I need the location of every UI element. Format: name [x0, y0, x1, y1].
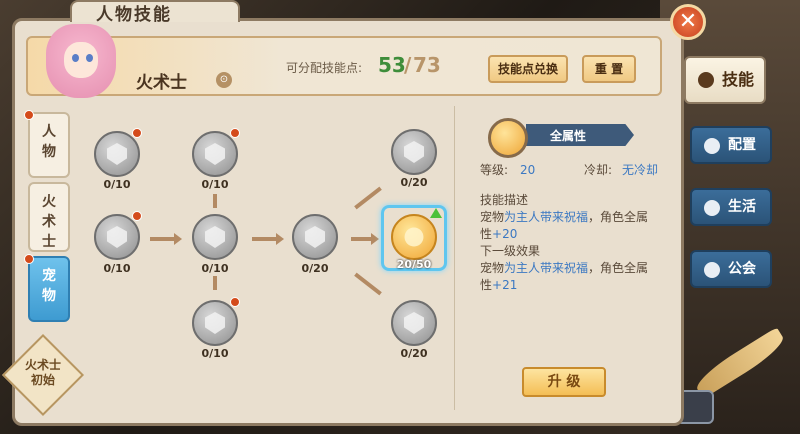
skill-level: 0/20 [400, 176, 428, 189]
guild-people-icon [704, 262, 720, 278]
tab-guild[interactable]: 公会 [690, 250, 772, 288]
next-level-text: 宠物为主人带来祝福，角色全属性+21 [480, 261, 649, 292]
notification-dot [132, 128, 142, 138]
skill-node[interactable] [192, 300, 238, 346]
character-portrait [36, 20, 132, 100]
blessing-icon [404, 227, 424, 247]
shield-icon [404, 141, 424, 163]
tab-character[interactable]: 人物 [28, 112, 70, 178]
cooldown-value: 无冷却 [622, 163, 659, 177]
skill-level: 0/10 [201, 347, 229, 360]
skill-node-selected[interactable] [391, 214, 437, 260]
skill-node[interactable] [192, 131, 238, 177]
class-badge-text: 火术士 初始 [24, 358, 61, 387]
reset-button[interactable]: 重 置 [582, 55, 636, 83]
tab-fire-mage[interactable]: 火术士 [28, 182, 70, 252]
level-label: 等级: [480, 163, 509, 177]
skill-points-total: 73 [413, 53, 441, 77]
tab-skills[interactable]: 技能 [684, 56, 766, 104]
tree-arrow-head [276, 233, 284, 245]
rank-one-icon [205, 143, 225, 165]
tab-pet[interactable]: 宠物 [28, 256, 70, 322]
sword-icon [305, 226, 325, 248]
skill-level: 0/20 [400, 347, 428, 360]
tree-arrow [351, 237, 373, 241]
close-button[interactable]: ✕ [670, 4, 706, 40]
skill-level: 0/20 [301, 262, 329, 275]
tab-config[interactable]: 配置 [690, 126, 772, 164]
tree-arrow-head [371, 233, 379, 245]
skill-points-current: 53 [378, 53, 406, 77]
skill-name: 全属性 [550, 129, 587, 143]
skill-level: 0/10 [201, 178, 229, 191]
heart-icon [205, 226, 225, 248]
skill-level: 0/10 [103, 262, 131, 275]
skill-swirl-icon [698, 72, 714, 88]
cooldown-label: 冷却: [584, 163, 613, 177]
notification-dot [24, 110, 34, 120]
skill-node[interactable] [94, 131, 140, 177]
lightning-shield-icon [404, 312, 424, 334]
upgrade-button[interactable]: 升 级 [522, 367, 606, 397]
skill-points-label: 可分配技能点: [286, 61, 363, 75]
skill-node[interactable] [192, 214, 238, 260]
tree-arrow-head [174, 233, 182, 245]
tree-arrow [213, 276, 217, 290]
skill-node[interactable] [292, 214, 338, 260]
desc-title: 技能描述 [480, 193, 529, 207]
skill-node[interactable] [94, 214, 140, 260]
tree-arrow [252, 237, 278, 241]
gear-icon [704, 138, 720, 154]
notification-dot [230, 297, 240, 307]
skill-level: 20/50 [396, 258, 432, 271]
skill-level: 0/10 [201, 262, 229, 275]
upgrade-arrow-icon [430, 208, 442, 218]
rank-three-icon [205, 312, 225, 334]
desc-text: 宠物为主人带来祝福，角色全属性+20 [480, 210, 649, 241]
skill-node[interactable] [391, 300, 437, 346]
crown-icon [107, 143, 127, 165]
notification-dot [24, 254, 34, 264]
class-name: 火术士 [136, 73, 187, 93]
skill-level: 0/10 [103, 178, 131, 191]
tab-life[interactable]: 生活 [690, 188, 772, 226]
class-switch-icon[interactable]: ⊙ [216, 72, 232, 88]
skill-points-separator: / [404, 53, 412, 77]
rank-two-icon [107, 226, 127, 248]
skill-detail-icon [488, 118, 528, 158]
tree-arrow [213, 194, 217, 208]
notification-dot [132, 211, 142, 221]
notification-dot [230, 128, 240, 138]
skill-node[interactable] [391, 129, 437, 175]
tree-arrow [150, 237, 176, 241]
next-level-title: 下一级效果 [480, 244, 541, 258]
cup-icon [704, 200, 720, 216]
level-value: 20 [520, 163, 536, 177]
exchange-points-button[interactable]: 技能点兑换 [488, 55, 568, 83]
